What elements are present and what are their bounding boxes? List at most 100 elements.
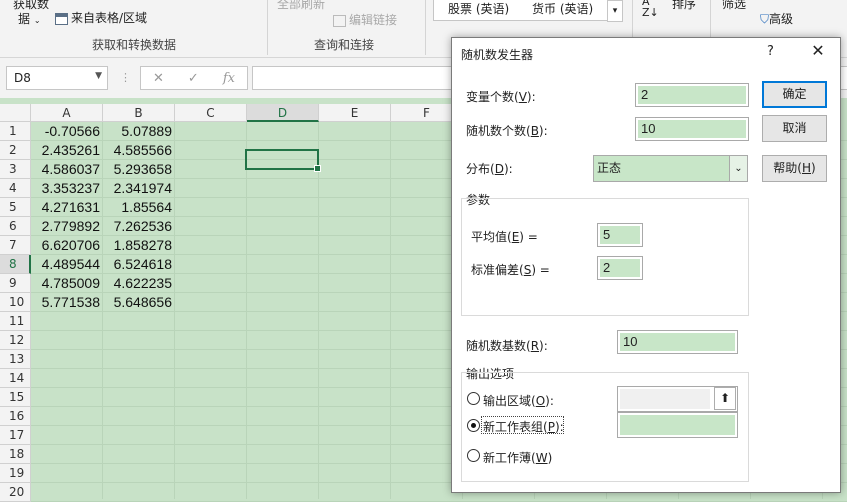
new-sheet-label: 新工作表组(P): <box>483 420 564 434</box>
get-data-button-line2[interactable]: 据 ⌄ <box>18 10 41 27</box>
cell-A7[interactable]: 6.620706 <box>31 236 103 255</box>
cell-A9[interactable]: 4.785009 <box>31 274 103 293</box>
row-header-4[interactable]: 4 <box>0 179 31 198</box>
cell-A4[interactable]: 3.353237 <box>31 179 103 198</box>
table-icon <box>55 12 68 25</box>
column-header-E[interactable]: E <box>319 104 391 122</box>
cell-A3[interactable]: 4.586037 <box>31 160 103 179</box>
cell-B6[interactable]: 7.262536 <box>103 217 175 236</box>
group-label-get-transform: 获取和转换数据 <box>92 38 177 52</box>
refresh-all-button[interactable]: 全部刷新 <box>277 0 325 12</box>
check-icon[interactable]: ✓ <box>188 71 199 86</box>
row-header-9[interactable]: 9 <box>0 274 31 293</box>
dialog-title: 随机数发生器 <box>461 48 534 62</box>
new-sheet-field[interactable] <box>617 412 738 438</box>
row-header-8[interactable]: 8 <box>0 255 31 274</box>
name-box[interactable]: D8 ▼ <box>6 66 108 90</box>
row-header-16[interactable]: 16 <box>0 407 31 426</box>
row-header-20[interactable]: 20 <box>0 483 31 502</box>
row-header-11[interactable]: 11 <box>0 312 31 331</box>
edit-links-button[interactable]: 编辑链接 <box>333 11 397 28</box>
row-header-2[interactable]: 2 <box>0 141 31 160</box>
cell-B8[interactable]: 6.524618 <box>103 255 175 274</box>
new-workbook-radio[interactable] <box>467 449 480 462</box>
cell-B9[interactable]: 4.622235 <box>103 274 175 293</box>
num-rand-label: 随机数个数(B): <box>466 124 548 138</box>
chevron-down-icon: ⌄ <box>33 16 41 25</box>
row-header-5[interactable]: 5 <box>0 198 31 217</box>
grip-icon: ⋮ <box>120 71 131 84</box>
formula-buttons: ✕ ✓ fx <box>140 66 248 90</box>
select-all-corner[interactable] <box>0 104 31 122</box>
sort-az-icon[interactable]: A Z↓ <box>642 0 659 18</box>
currency-type[interactable]: 货币 (英语) <box>532 0 593 17</box>
distribution-label: 分布(D): <box>466 162 513 176</box>
num-vars-label: 变量个数(V): <box>466 90 536 104</box>
seed-field[interactable]: 10 <box>617 330 738 354</box>
distribution-select[interactable]: 正态 ⌄ <box>593 155 748 182</box>
cell-A2[interactable]: 2.435261 <box>31 141 103 160</box>
ok-button[interactable]: 确定 <box>762 81 827 108</box>
cell-A6[interactable]: 2.779892 <box>31 217 103 236</box>
cell-B10[interactable]: 5.648656 <box>103 293 175 312</box>
num-vars-field[interactable]: 2 <box>635 83 749 107</box>
output-range-radio[interactable] <box>467 392 480 405</box>
seed-label: 随机数基数(R): <box>466 339 548 353</box>
cell-B3[interactable]: 5.293658 <box>103 160 175 179</box>
gallery-more-icon[interactable]: ▾ <box>607 0 623 22</box>
fx-icon[interactable]: fx <box>223 71 235 86</box>
group-label-queries: 查询和连接 <box>314 38 375 52</box>
row-header-19[interactable]: 19 <box>0 464 31 483</box>
mean-field[interactable]: 5 <box>597 223 643 247</box>
row-header-17[interactable]: 17 <box>0 426 31 445</box>
from-table-button[interactable]: 来自表格/区域 <box>55 9 147 26</box>
output-range-label: 输出区域(O): <box>483 394 554 408</box>
random-number-dialog: 随机数发生器 ? ✕ 变量个数(V): 2 随机数个数(B): 10 分布(D)… <box>451 37 841 493</box>
help-icon[interactable]: ? <box>767 44 774 59</box>
new-workbook-label: 新工作薄(W) <box>483 451 553 465</box>
funnel-icon: ⛉ <box>760 12 770 26</box>
data-types-gallery[interactable]: 股票 (英语) 货币 (英语) <box>433 0 609 21</box>
column-header-D[interactable]: D <box>247 104 319 122</box>
new-sheet-radio[interactable] <box>467 419 480 432</box>
cell-A8[interactable]: 4.489544 <box>31 255 103 274</box>
advanced-filter-button[interactable]: ⛉高级 <box>760 10 793 27</box>
row-header-12[interactable]: 12 <box>0 331 31 350</box>
row-header-14[interactable]: 14 <box>0 369 31 388</box>
cell-B5[interactable]: 1.85564 <box>103 198 175 217</box>
chevron-down-icon: ⌄ <box>729 156 747 181</box>
stocks-type[interactable]: 股票 (英语) <box>448 0 509 17</box>
link-icon <box>333 14 346 27</box>
cell-A10[interactable]: 5.771538 <box>31 293 103 312</box>
cell-A5[interactable]: 4.271631 <box>31 198 103 217</box>
chevron-down-icon: ▼ <box>95 71 102 81</box>
sort-button[interactable]: 排序 <box>672 0 696 12</box>
row-header-1[interactable]: 1 <box>0 122 31 141</box>
column-header-B[interactable]: B <box>103 104 175 122</box>
mean-label: 平均值(E) = <box>471 230 538 244</box>
column-header-C[interactable]: C <box>175 104 247 122</box>
cell-B7[interactable]: 1.858278 <box>103 236 175 255</box>
cancel-button[interactable]: 取消 <box>762 115 827 142</box>
row-header-18[interactable]: 18 <box>0 445 31 464</box>
row-header-7[interactable]: 7 <box>0 236 31 255</box>
cell-B1[interactable]: 5.07889 <box>103 122 175 141</box>
row-header-10[interactable]: 10 <box>0 293 31 312</box>
active-cell[interactable] <box>245 149 321 172</box>
row-header-3[interactable]: 3 <box>0 160 31 179</box>
row-header-15[interactable]: 15 <box>0 388 31 407</box>
row-header-13[interactable]: 13 <box>0 350 31 369</box>
cancel-icon[interactable]: ✕ <box>153 71 164 86</box>
sd-label: 标准偏差(S) = <box>471 263 550 277</box>
cell-A1[interactable]: -0.70566 <box>31 122 103 141</box>
filter-button[interactable]: 筛选 <box>722 0 746 12</box>
row-header-6[interactable]: 6 <box>0 217 31 236</box>
collapse-dialog-icon[interactable]: ⬆ <box>714 387 736 410</box>
cell-B4[interactable]: 2.341974 <box>103 179 175 198</box>
sd-field[interactable]: 2 <box>597 256 643 280</box>
help-button[interactable]: 帮助(H) <box>762 155 827 182</box>
close-icon[interactable]: ✕ <box>807 41 829 60</box>
column-header-A[interactable]: A <box>31 104 103 122</box>
cell-B2[interactable]: 4.585566 <box>103 141 175 160</box>
num-rand-field[interactable]: 10 <box>635 117 749 141</box>
